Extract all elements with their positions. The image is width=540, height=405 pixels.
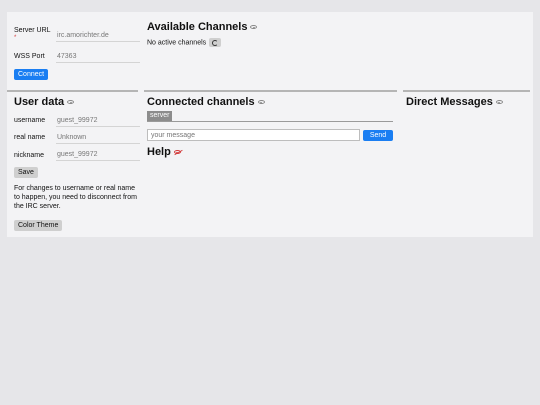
divider-dm [403,90,530,92]
refresh-button[interactable] [209,38,222,47]
direct-messages-header: Direct Messages [406,96,503,108]
divider-user [7,90,138,92]
server-url-input[interactable] [56,30,140,42]
message-input[interactable] [147,129,360,141]
nickname-label: nickname [14,152,44,159]
username-input[interactable] [56,115,140,127]
user-note: For changes to username or real name to … [14,185,137,210]
refresh-icon [212,39,219,46]
main-panel: Server URL * WSS Port Connect Available … [7,12,533,237]
eye-icon[interactable] [257,100,265,105]
username-label: username [14,117,46,124]
realname-input[interactable] [56,132,140,144]
save-button[interactable]: Save [14,167,38,178]
divider-connected [144,90,397,92]
server-url-label: Server URL * [14,27,51,41]
tab-server[interactable]: server [147,111,173,121]
connected-channels-title: Connected channels [147,96,255,108]
connect-button[interactable]: Connect [14,69,49,80]
eye-icon[interactable] [495,100,503,105]
eye-icon[interactable] [67,100,75,105]
nickname-input[interactable] [56,149,140,161]
wss-port-input[interactable] [56,51,140,63]
help-title: Help [147,146,171,158]
available-channels-header: Available Channels [147,21,258,33]
channels-status: No active channels [147,38,222,47]
realname-label: real name [14,134,46,141]
connected-channels-header: Connected channels [147,96,265,108]
user-data-title: User data [14,96,65,108]
user-data-header: User data [14,96,75,108]
tab-underline [147,121,393,122]
help-header: Help [147,146,181,158]
required-marker: * [14,35,17,41]
wss-port-label: WSS Port [14,53,45,60]
eye-off-icon[interactable] [173,150,181,155]
color-theme-button[interactable]: Color Theme [14,220,63,231]
eye-icon[interactable] [250,25,258,30]
available-channels-title: Available Channels [147,21,248,33]
send-button[interactable]: Send [363,130,393,141]
direct-messages-title: Direct Messages [406,96,493,108]
